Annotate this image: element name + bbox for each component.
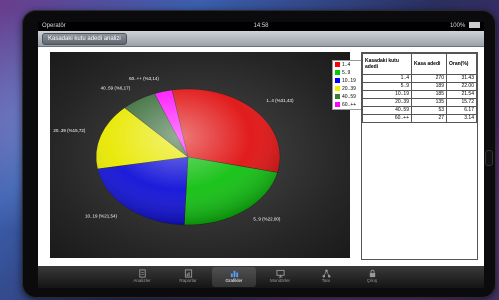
table-cell: 31.43 — [446, 74, 477, 83]
legend-item: 1..4 — [333, 61, 363, 69]
legend-swatch — [335, 78, 340, 84]
tab-raporlar[interactable]: Raporlar — [166, 267, 210, 287]
legend-item: 20..39 — [333, 85, 363, 93]
table-cell: 60..++ — [362, 114, 412, 123]
table-cell: 40..59 — [362, 106, 412, 115]
table-cell: 135 — [411, 98, 447, 107]
slice-label: 10..19 (%21,54) — [85, 213, 118, 218]
lock-icon — [369, 269, 375, 278]
table-row: 10..19 185 21.54 — [362, 90, 477, 99]
column-header: Kasadaki kutu adedi — [362, 53, 412, 75]
legend-label: 5..9 — [342, 70, 351, 76]
tab-label: Raporlar — [179, 278, 197, 283]
tab-label: Monitörler — [269, 278, 290, 283]
data-table: Kasadaki kutu adedi Kasa adedi Oran(%) 1… — [361, 52, 478, 260]
slice-label: 1..4 (%31,43) — [266, 98, 294, 103]
navigation-bar: Kasadaki kutu adedi analizi — [38, 31, 484, 47]
table-cell: 6.17 — [446, 106, 477, 115]
table-row: 60..++ 27 3.14 — [362, 114, 477, 123]
legend-swatch — [335, 86, 340, 92]
table-cell: 21.54 — [446, 90, 477, 99]
table-cell: 53 — [411, 106, 447, 115]
status-bar: Operatör 14:58 100% — [38, 22, 484, 31]
tab-cikis[interactable]: Çıkış — [350, 267, 394, 287]
legend-label: 40..59 — [342, 94, 356, 100]
back-button[interactable]: Kasadaki kutu adedi analizi — [42, 33, 127, 45]
battery-percent: 100% — [449, 23, 466, 29]
table-row: 5..9 189 22.00 — [362, 82, 477, 91]
legend-item: 60..++ — [333, 101, 363, 109]
legend-label: 10..19 — [342, 78, 356, 84]
table-cell: 10..19 — [362, 90, 412, 99]
table-header-row: Kasadaki kutu adedi Kasa adedi Oran(%) — [362, 53, 477, 75]
network-icon — [322, 269, 330, 278]
tab-tani[interactable]: Tanı — [304, 267, 348, 287]
battery-icon — [469, 22, 480, 29]
slice-label: 5..9 (%22,00) — [253, 217, 281, 222]
table-cell: 185 — [411, 90, 447, 99]
legend-swatch — [335, 94, 340, 100]
table-cell: 3.14 — [446, 114, 477, 123]
table-row: 40..59 53 6.17 — [362, 106, 477, 115]
document-icon — [138, 269, 146, 278]
column-header: Oran(%) — [446, 53, 477, 75]
chart-icon — [230, 270, 238, 278]
legend-label: 20..39 — [342, 86, 356, 92]
monitor-icon — [275, 269, 285, 278]
table-cell: 5..9 — [362, 82, 412, 91]
table-cell: 270 — [411, 74, 447, 83]
tab-label: Analizler — [133, 278, 151, 283]
slice-label: 60..++ (%3,14) — [129, 76, 159, 81]
legend-item: 40..59 — [333, 93, 363, 101]
home-button[interactable] — [485, 150, 493, 166]
legend-swatch — [335, 62, 340, 68]
tab-analizler[interactable]: Analizler — [120, 267, 164, 287]
report-icon — [184, 269, 192, 278]
table-row: 1..4 270 31.43 — [362, 74, 477, 83]
status-time: 14:58 — [253, 23, 269, 29]
tab-label: Çıkış — [366, 278, 378, 283]
tab-label: Tanı — [321, 278, 331, 283]
table-cell: 15.72 — [446, 98, 477, 107]
tab-grafikler[interactable]: Grafikler — [212, 267, 256, 287]
battery-status: 100% — [450, 22, 480, 31]
pie-shine — [96, 89, 280, 225]
tab-label: Grafikler — [225, 278, 243, 283]
legend-swatch — [335, 70, 340, 76]
table-cell: 1..4 — [362, 74, 412, 83]
tab-bar: Analizler Raporlar Grafikler Monitörler … — [38, 266, 484, 288]
pie-chart: 1..4 (%31,43) 5..9 (%22,00) 10..19 (%21,54… — [53, 76, 294, 226]
legend-label: 60..++ — [342, 102, 357, 108]
table-cell: 27 — [411, 114, 447, 123]
table-cell: 189 — [411, 82, 447, 91]
chart-legend: 1..4 5..9 10..19 20..39 40..59 60..++ — [332, 60, 364, 110]
table-row: 20..39 135 15.72 — [362, 98, 477, 107]
legend-item: 5..9 — [333, 69, 363, 77]
tab-monitorler[interactable]: Monitörler — [258, 267, 302, 287]
pie-chart-panel: 1..4 (%31,43) 5..9 (%22,00) 10..19 (%21,54… — [50, 52, 364, 258]
legend-swatch — [335, 102, 340, 108]
table-cell: 20..39 — [362, 98, 412, 107]
app-screen: Operatör 14:58 100% Kasadaki kutu adedi … — [38, 22, 484, 288]
slice-label: 20..39 (%15,72) — [53, 128, 86, 133]
legend-label: 1..4 — [342, 62, 351, 68]
slice-label: 40..59 (%6,17) — [101, 85, 131, 90]
legend-item: 10..19 — [333, 77, 363, 85]
table-cell: 22.00 — [446, 82, 477, 91]
column-header: Kasa adedi — [411, 53, 447, 75]
